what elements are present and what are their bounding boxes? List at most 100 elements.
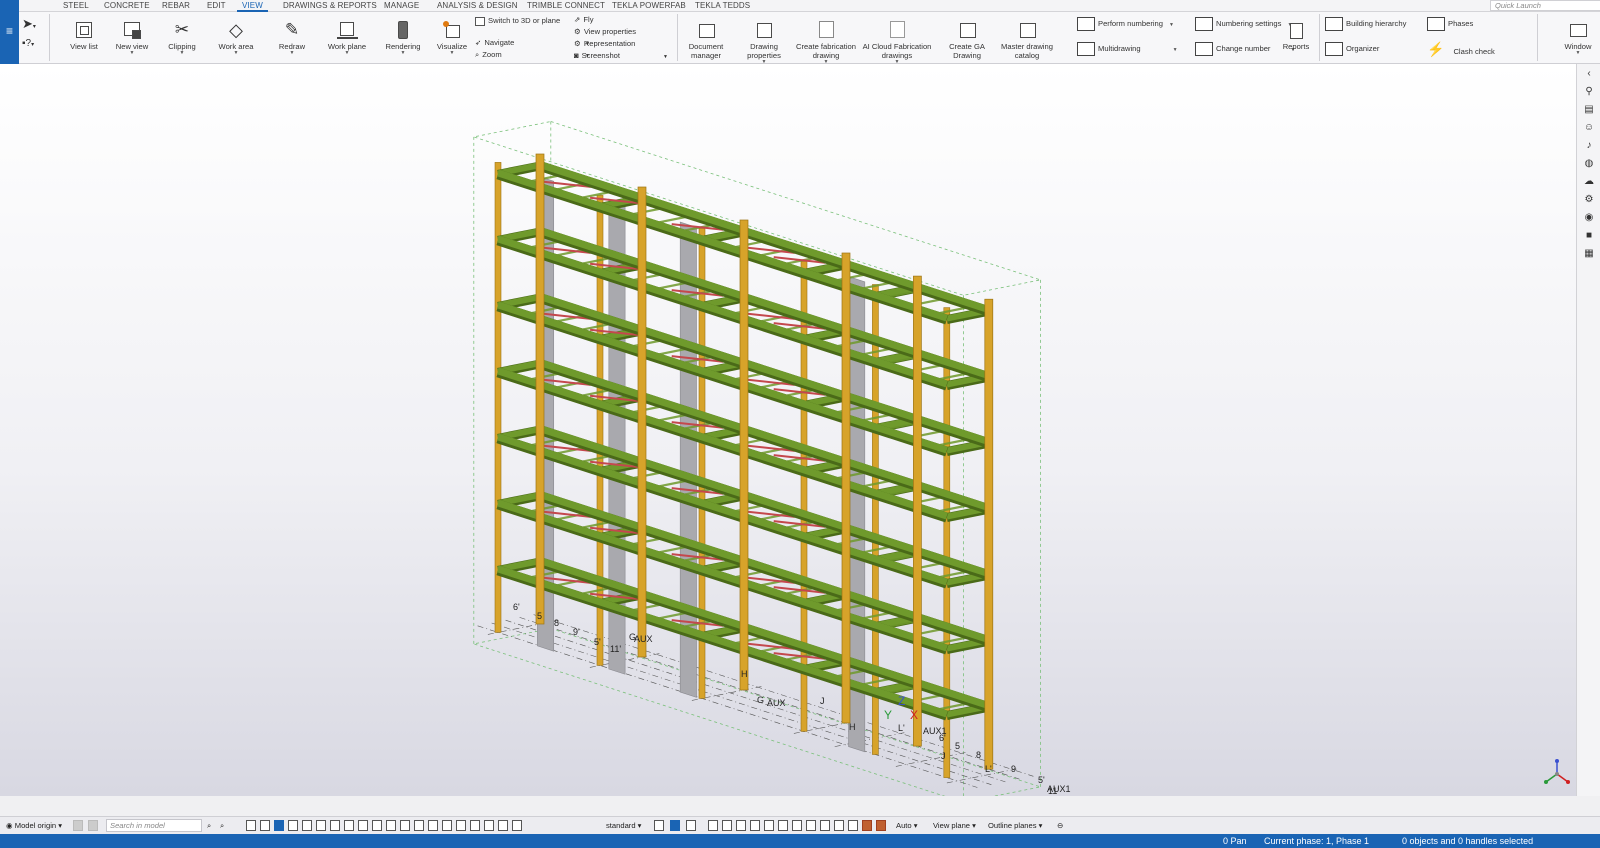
select-switch-icon[interactable] (498, 820, 508, 831)
view-list-button[interactable]: View list (64, 12, 104, 64)
select-switch-icon[interactable] (330, 820, 340, 831)
select-switch-icon[interactable] (260, 820, 270, 831)
snap-switch-icon[interactable] (750, 820, 760, 831)
select-switch-icon[interactable] (400, 820, 410, 831)
app-menu-button[interactable]: ≡ (0, 0, 19, 64)
select-switch-icon[interactable] (288, 820, 298, 831)
snap-switch-icon[interactable] (834, 820, 844, 831)
model-3d-view[interactable] (0, 64, 1576, 796)
new-view-button[interactable]: New view ▼ (112, 12, 152, 64)
cube-icon[interactable]: ■ (1583, 230, 1595, 242)
snap-switch-icon[interactable] (736, 820, 746, 831)
perform-numbering-button[interactable]: Perform numbering ▼ (1077, 15, 1174, 33)
select-switch-icon[interactable] (456, 820, 466, 831)
select-switch-icon[interactable] (484, 820, 494, 831)
snap-switch-icon[interactable] (764, 820, 774, 831)
snap-switch-icon[interactable] (848, 820, 858, 831)
snap-switch-icon[interactable] (722, 820, 732, 831)
tab-view[interactable]: VIEW (237, 1, 268, 12)
select-switch-icon[interactable] (344, 820, 354, 831)
tab-tekla-tedds[interactable]: TEKLA TEDDS (695, 1, 750, 10)
view-cube-icon[interactable] (1544, 758, 1570, 788)
search-in-model-input[interactable]: Search in model (106, 819, 202, 832)
smart-select-icon[interactable] (670, 820, 680, 831)
auto-select[interactable]: Auto ▾ (896, 819, 918, 832)
snap-switch-icon[interactable] (778, 820, 788, 831)
representation-button[interactable]: ⚙ Representation (574, 38, 635, 49)
tab-analysis-design[interactable]: ANALYSIS & DESIGN (437, 1, 518, 10)
switch-3d-button[interactable]: Switch to 3D or plane (475, 15, 560, 26)
select-switch-icon[interactable] (428, 820, 438, 831)
tab-edit[interactable]: EDIT (207, 1, 226, 10)
select-switch-icon[interactable] (316, 820, 326, 831)
quick-launch-input[interactable]: Quick Launch ⌕ (1490, 0, 1600, 11)
select-switch-icon[interactable] (274, 820, 284, 831)
globe-icon[interactable]: ◍ (1583, 158, 1595, 170)
display-icon[interactable] (654, 820, 664, 831)
drawing-properties-button[interactable]: Drawing properties ▼ (739, 12, 789, 65)
plus-icon[interactable] (73, 820, 83, 831)
model-origin-select[interactable]: ◉ Model origin ▾ (6, 819, 62, 832)
users-icon[interactable]: ☺ (1583, 122, 1595, 134)
search-options-icon[interactable]: ⌕ (220, 819, 224, 832)
layers-icon[interactable]: ◉ (1583, 212, 1595, 224)
snap-switch-icon[interactable] (792, 820, 802, 831)
settings-gear-icon[interactable]: ⚙ (1583, 194, 1595, 206)
tab-concrete[interactable]: CONCRETE (104, 1, 150, 10)
building-hierarchy-button[interactable]: Building hierarchy (1325, 15, 1406, 33)
select-pointer-icon[interactable]: ➤▾ (22, 16, 44, 32)
select-switch-icon[interactable] (246, 820, 256, 831)
screenshot-dropdown-arrow[interactable]: ▼ (663, 52, 668, 63)
snap-switch-icon[interactable] (708, 820, 718, 831)
tab-steel[interactable]: STEEL (63, 1, 89, 10)
create-fabrication-drawing-button[interactable]: Create fabrication drawing ▼ (795, 12, 857, 65)
tab-drawings-reports[interactable]: DRAWINGS & REPORTS (283, 1, 377, 10)
create-ga-drawing-button[interactable]: Create GA Drawing (941, 12, 993, 64)
catalog-panel-icon[interactable]: ▤ (1583, 104, 1595, 116)
screenshot-button[interactable]: ◙ Screenshot (574, 50, 620, 61)
outline-planes-select[interactable]: Outline planes ▾ (988, 819, 1042, 832)
organizer-button[interactable]: Organizer (1325, 40, 1379, 58)
work-plane-button[interactable]: Work plane ▼ (324, 12, 370, 64)
ai-cloud-fabrication-button[interactable]: AI Cloud Fabrication drawings ▼ (861, 12, 933, 65)
snap-help-icon[interactable]: ▪?▾ (22, 38, 44, 49)
multidrawing-button[interactable]: Multidrawing ▼ (1077, 40, 1178, 58)
zoom-button[interactable]: ⌕ Zoom (475, 49, 502, 60)
tab-tekla-powerfab[interactable]: TEKLA POWERFAB (612, 1, 686, 10)
grid-panel-icon[interactable]: ▦ (1583, 248, 1595, 260)
select-switch-icon[interactable] (512, 820, 522, 831)
properties-icon[interactable]: ⚲ (1583, 86, 1595, 98)
pointer-tools[interactable]: ➤▾ ▪?▾ (22, 16, 44, 62)
view-properties-button[interactable]: ⚙ View properties (574, 26, 636, 37)
window-button[interactable]: Window ▼ (1559, 12, 1597, 64)
master-drawing-catalog-button[interactable]: Master drawing catalog (999, 12, 1055, 64)
select-switch-icon[interactable] (442, 820, 452, 831)
select-switch-icon[interactable] (358, 820, 368, 831)
select-switch-icon[interactable] (470, 820, 480, 831)
standard-select[interactable]: standard ▾ (606, 819, 641, 832)
select-switch-icon[interactable] (372, 820, 382, 831)
cloud-icon[interactable]: ☁ (1583, 176, 1595, 188)
snap-switch-icon[interactable] (862, 820, 872, 831)
model-viewport[interactable]: 6' 5 8 9' 5' 11' G AUX G AUX H H J J L' L' AUX1 11' 5' 9 8 5 6… (0, 64, 1576, 796)
document-manager-button[interactable]: Document manager (681, 12, 731, 64)
notification-bell-icon[interactable]: ♪ (1583, 140, 1595, 152)
tab-rebar[interactable]: REBAR (162, 1, 190, 10)
phases-button[interactable]: Phases (1427, 15, 1473, 33)
collapse-chevron-icon[interactable]: ‹ (1583, 68, 1595, 80)
tab-manage[interactable]: MANAGE (384, 1, 419, 10)
snap-switch-icon[interactable] (806, 820, 816, 831)
snap-switch-icon[interactable] (876, 820, 886, 831)
reports-button[interactable]: Reports (1277, 12, 1315, 64)
clash-check-button[interactable]: ⚡ Clash check (1427, 40, 1495, 58)
visibility-toggle-icon[interactable]: ⊖ (1057, 819, 1063, 832)
select-switch-icon[interactable] (302, 820, 312, 831)
work-area-button[interactable]: ◇ Work area ▼ (214, 12, 258, 64)
rendering-button[interactable]: Rendering ▼ (381, 12, 425, 64)
search-icon[interactable]: ⌕ (207, 819, 211, 832)
fly-button[interactable]: ⇗ Fly (574, 14, 594, 25)
redraw-button[interactable]: ✎ Redraw ▼ (272, 12, 312, 64)
select-switch-icon[interactable] (414, 820, 424, 831)
eye-icon[interactable] (686, 820, 696, 831)
visualize-button[interactable]: Visualize ▼ (432, 12, 472, 64)
